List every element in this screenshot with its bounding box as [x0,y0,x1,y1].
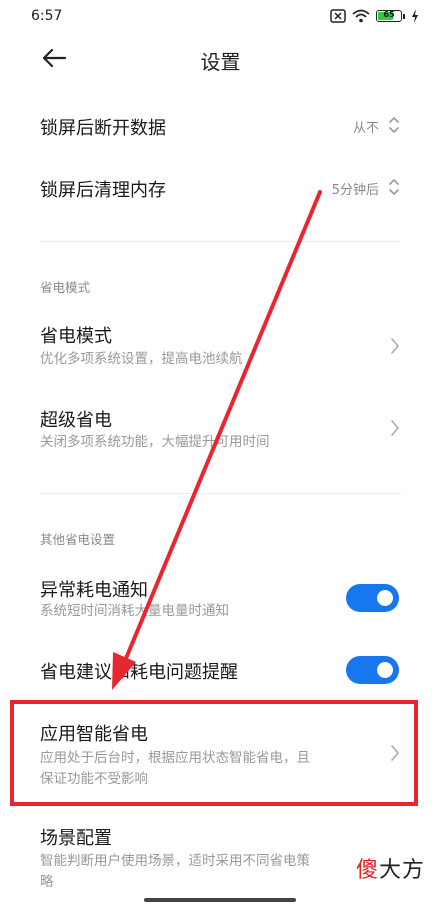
status-bar: 6:57 65 [0,0,441,34]
abnormal-drain-title: 异常耗电通知 [40,580,148,601]
power-suggestions-toggle[interactable] [346,656,399,684]
chevron-right-icon [391,420,399,436]
sim-off-icon [330,9,346,23]
setting-ultra-power-saving[interactable]: 超级省电 关闭多项系统功能，大幅提升可用时间 [0,398,441,468]
scene-config-subtitle-line2: 略 [40,874,54,890]
section-power-mode: 省电模式 [40,280,91,295]
abnormal-drain-subtitle: 系统短时间消耗大量电量时通知 [40,603,229,619]
watermark: 傻大方 [356,852,425,884]
divider [40,493,401,494]
home-indicator[interactable] [144,898,296,902]
scene-config-title: 场景配置 [40,828,112,849]
battery-icon: 65 [376,10,405,22]
toggle-knob [377,590,393,606]
updown-icon [389,179,399,195]
status-time: 6:57 [31,8,63,24]
battery-level: 65 [383,10,395,19]
divider [40,241,401,242]
watermark-first: 傻 [355,858,379,883]
abnormal-drain-toggle[interactable] [346,584,399,612]
setting-power-saving-mode[interactable]: 省电模式 优化多项系统设置，提高电池续航 [0,314,441,384]
setting-power-suggestions[interactable]: 省电建议和耗电问题提醒 [0,650,441,690]
charging-icon [412,9,418,23]
clear-memory-label: 锁屏后清理内存 [40,180,166,201]
setting-clear-memory[interactable]: 锁屏后清理内存 5分钟后 [0,158,441,214]
toggle-knob [377,662,393,678]
ultra-saving-title: 超级省电 [40,410,112,431]
setting-disconnect-data[interactable]: 锁屏后断开数据 从不 [0,98,441,154]
chevron-right-icon [391,338,399,354]
disconnect-data-label: 锁屏后断开数据 [40,118,166,139]
watermark-rest: 大方 [378,858,425,883]
status-icons: 65 [330,7,419,25]
setting-abnormal-drain-notification[interactable]: 异常耗电通知 系统短时间消耗大量电量时通知 [0,568,441,628]
power-saving-title: 省电模式 [40,326,112,347]
ultra-saving-subtitle: 关闭多项系统功能，大幅提升可用时间 [40,434,270,450]
updown-icon [389,117,399,133]
power-suggestions-title: 省电建议和耗电问题提醒 [40,662,238,683]
scene-config-subtitle-line1: 智能判断用户使用场景，适时采用不同省电策 [40,853,310,869]
highlight-box [10,700,418,806]
disconnect-data-value: 从不 [352,121,379,136]
section-other-power-settings: 其他省电设置 [40,532,116,547]
page-title: 设置 [200,50,241,74]
header: 设置 [0,34,441,82]
power-saving-subtitle: 优化多项系统设置，提高电池续航 [40,351,243,367]
clear-memory-value: 5分钟后 [331,183,379,198]
wifi-icon [352,9,370,23]
